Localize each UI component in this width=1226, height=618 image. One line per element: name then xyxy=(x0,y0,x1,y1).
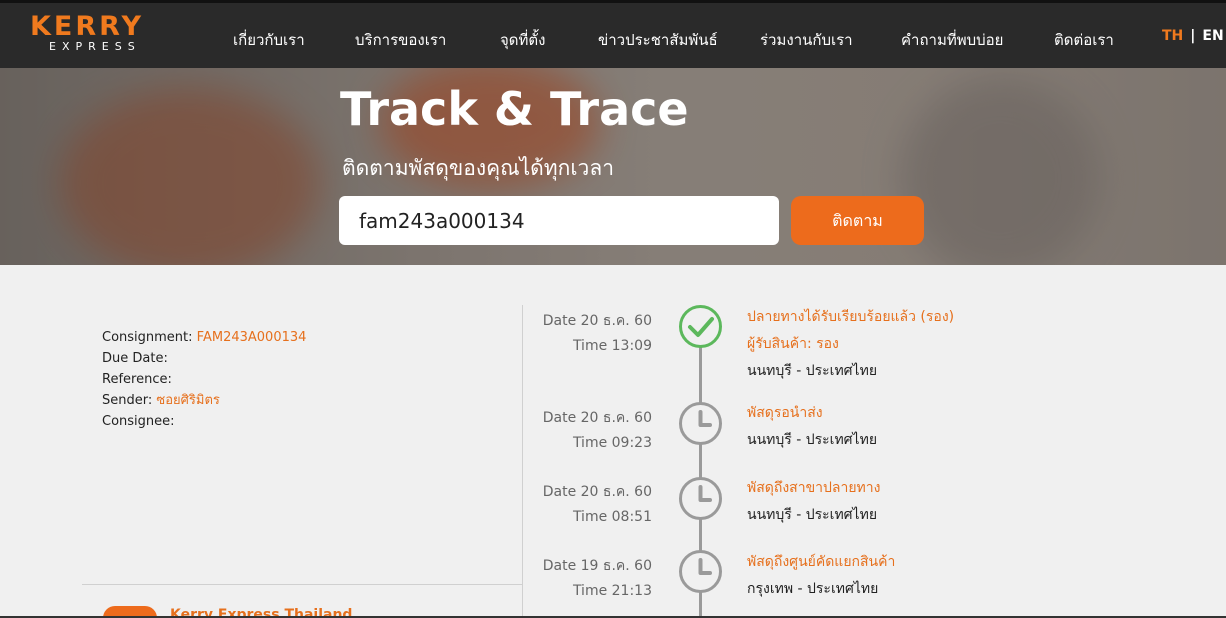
event-status: พัสดุรอนำส่ง xyxy=(747,405,823,421)
sender-row: Sender: ซอยศิริมิตร xyxy=(102,390,306,411)
event-details: พัสดุถึงศูนย์คัดแยกสินค้า กรุงเทพ - ประเ… xyxy=(747,549,895,603)
event-date: Date 20 ธ.ค. 60 xyxy=(542,484,652,500)
tracking-number-input[interactable] xyxy=(339,196,779,245)
hero-title: Track & Trace xyxy=(340,82,689,136)
clock-icon xyxy=(678,401,723,446)
event-time: Time 08:51 xyxy=(572,509,652,525)
track-button[interactable]: ติดตาม xyxy=(791,196,924,245)
check-circle-icon xyxy=(678,304,723,349)
consignee-row: Consignee: xyxy=(102,411,306,432)
language-switcher: TH | EN xyxy=(1162,28,1224,44)
event-status: พัสดุถึงศูนย์คัดแยกสินค้า xyxy=(747,554,896,570)
consignment-label: Consignment: xyxy=(102,330,193,345)
event-location: กรุงเทพ - ประเทศไทย xyxy=(747,581,879,597)
event-date: Date 20 ธ.ค. 60 xyxy=(542,313,652,329)
due-date-label: Due Date: xyxy=(102,351,168,366)
top-nav-bar: KERRY EXPRESS เกี่ยวกับเรา บริการของเรา … xyxy=(0,0,1226,68)
due-date-row: Due Date: xyxy=(102,348,306,369)
event-datetime: Date 19 ธ.ค. 60 Time 21:13 xyxy=(543,554,652,604)
event-details: พัสดุถึงสาขาปลายทาง นนทบุรี - ประเทศไทย xyxy=(747,475,880,529)
hero-banner: Track & Trace ติดตามพัสดุของคุณได้ทุกเวล… xyxy=(0,68,1226,265)
event-time: Time 13:09 xyxy=(572,338,652,354)
event-date: Date 20 ธ.ค. 60 xyxy=(542,410,652,426)
nav-news[interactable]: ข่าวประชาสัมพันธ์ xyxy=(598,28,718,52)
logo-kerry-text: KERRY xyxy=(30,11,145,42)
event-receiver: ผู้รับสินค้า: รอง xyxy=(747,336,839,352)
event-location: นนทบุรี - ประเทศไทย xyxy=(747,363,878,379)
consignment-value: FAM243A000134 xyxy=(196,330,307,345)
consignment-row: Consignment: FAM243A000134 xyxy=(102,327,306,348)
reference-label: Reference: xyxy=(102,372,172,387)
sender-label: Sender: xyxy=(102,393,153,408)
event-time: Time 09:23 xyxy=(572,435,652,451)
lang-separator: | xyxy=(1190,28,1196,44)
hero-subtitle: ติดตามพัสดุของคุณได้ทุกเวลา xyxy=(342,156,614,180)
event-location: นนทบุรี - ประเทศไทย xyxy=(747,507,878,523)
shipment-details: Consignment: FAM243A000134 Due Date: Ref… xyxy=(102,327,306,432)
nav-careers[interactable]: ร่วมงานกับเรา xyxy=(760,28,853,52)
event-datetime: Date 20 ธ.ค. 60 Time 13:09 xyxy=(543,309,652,359)
event-details: ปลายทางได้รับเรียบร้อยแล้ว (รอง) ผู้รับส… xyxy=(747,304,954,385)
details-divider xyxy=(82,584,522,585)
nav-about-us[interactable]: เกี่ยวกับเรา xyxy=(233,28,305,52)
event-datetime: Date 20 ธ.ค. 60 Time 08:51 xyxy=(543,480,652,530)
nav-contact-us[interactable]: ติดต่อเรา xyxy=(1054,28,1114,52)
clock-icon xyxy=(678,549,723,594)
event-datetime: Date 20 ธ.ค. 60 Time 09:23 xyxy=(543,406,652,456)
event-time: Time 21:13 xyxy=(572,583,652,599)
event-status: พัสดุถึงสาขาปลายทาง xyxy=(747,480,881,496)
logo-express-text: EXPRESS xyxy=(49,40,141,53)
clock-icon xyxy=(678,476,723,521)
lang-th-link[interactable]: TH xyxy=(1162,28,1183,44)
nav-our-services[interactable]: บริการของเรา xyxy=(355,28,446,52)
consignee-label: Consignee: xyxy=(102,414,175,429)
event-date: Date 19 ธ.ค. 60 xyxy=(542,558,652,574)
nav-faq[interactable]: คำถามที่พบบ่อย xyxy=(901,28,1003,52)
nav-locations[interactable]: จุดที่ตั้ง xyxy=(500,28,545,52)
event-status: ปลายทางได้รับเรียบร้อยแล้ว (รอง) xyxy=(747,309,955,325)
column-divider xyxy=(522,305,523,618)
page: KERRY EXPRESS เกี่ยวกับเรา บริการของเรา … xyxy=(0,0,1226,618)
event-location: นนทบุรี - ประเทศไทย xyxy=(747,432,878,448)
sender-value: ซอยศิริมิตร xyxy=(156,393,220,408)
lang-en-link[interactable]: EN xyxy=(1202,28,1223,44)
event-details: พัสดุรอนำส่ง นนทบุรี - ประเทศไทย xyxy=(747,400,877,454)
kerry-express-logo[interactable]: KERRY EXPRESS xyxy=(30,13,175,61)
reference-row: Reference: xyxy=(102,369,306,390)
